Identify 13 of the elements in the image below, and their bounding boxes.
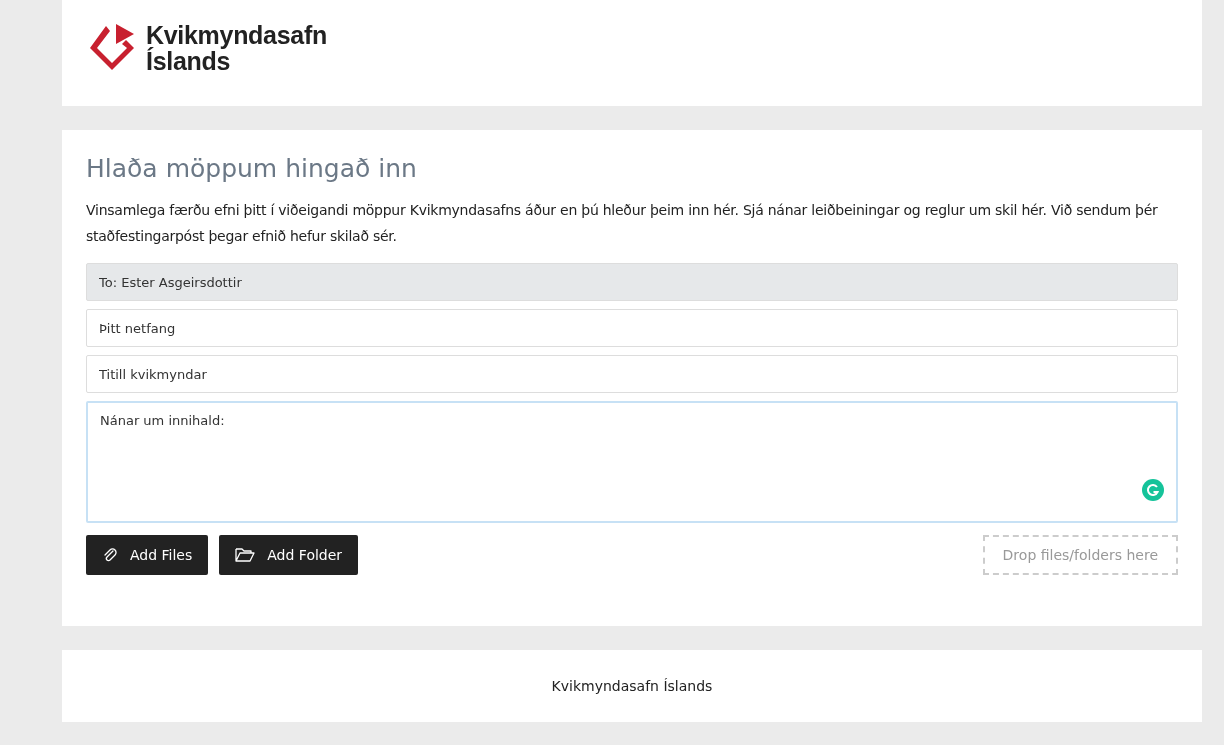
input-field[interactable]: Þitt netfang bbox=[86, 309, 1178, 347]
paperclip-icon bbox=[102, 547, 118, 563]
footer-text: Kvikmyndasafn Íslands bbox=[551, 678, 713, 694]
grammar-check-icon[interactable] bbox=[1142, 479, 1164, 501]
add-files-button[interactable]: Add Files bbox=[86, 535, 209, 575]
input-field[interactable]: Titill kvikmyndar bbox=[86, 355, 1178, 393]
page-title: Hlaða möppum hingað inn bbox=[86, 154, 418, 183]
logo-text: Íslands bbox=[146, 48, 231, 74]
intro-text: Vinsamlega færðu efni þitt í viðeigandi möppur Kvikmyndasafns áður en þú hleður þeim inn hér. Sjá nánar leiðbeiningar og reglur um skil hér. Við sendum þér staðfestingarpóst þegar efnið hefur skilað sér. bbox=[86, 201, 1159, 246]
add-folder-button[interactable]: Add Folder bbox=[219, 535, 359, 575]
logo-text: Kvikmyndasafn bbox=[146, 22, 327, 48]
folder-icon bbox=[235, 547, 256, 563]
textarea-field[interactable]: Nánar um innihald: bbox=[86, 401, 1178, 523]
